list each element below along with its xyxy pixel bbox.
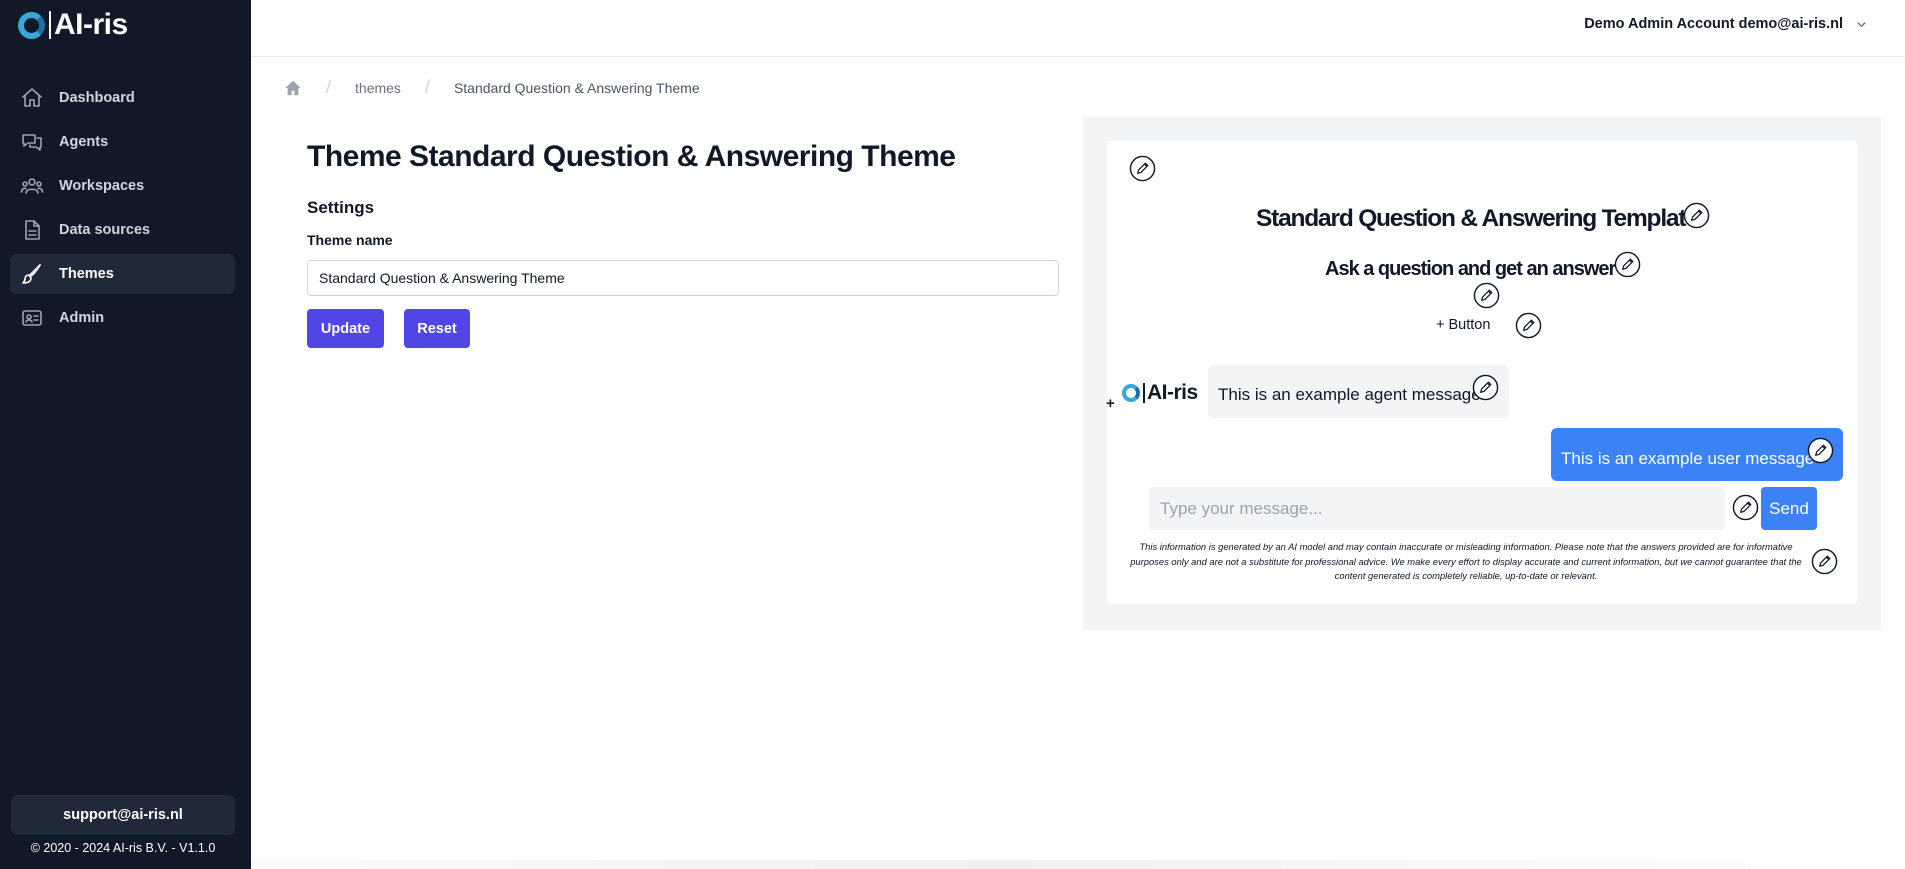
theme-name-input[interactable] [307, 260, 1059, 296]
page-title: Theme Standard Question & Answering Them… [307, 140, 956, 173]
pencil-icon [1807, 437, 1834, 464]
topbar: Demo Admin Account demo@ai-ris.nl [251, 0, 1905, 57]
pencil-icon [1473, 282, 1500, 309]
chevron-down-icon [1857, 21, 1866, 27]
reset-button[interactable]: Reset [404, 309, 470, 348]
breadcrumb: / themes / Standard Question & Answering… [284, 77, 700, 98]
edit-add-button-button[interactable] [1515, 312, 1542, 339]
sidebar-item-dashboard[interactable]: Dashboard [10, 78, 235, 118]
sidebar: AI-ris Dashboard Agents Workspaces Data … [0, 0, 251, 869]
breadcrumb-themes-link[interactable]: themes [355, 80, 401, 96]
home-icon [22, 88, 42, 107]
edit-header-button[interactable] [1129, 155, 1156, 182]
add-avatar-button[interactable]: + [1106, 395, 1115, 412]
logo-ring-icon [1122, 384, 1140, 402]
id-card-icon [22, 310, 42, 326]
agent-message-bubble: This is an example agent message [1208, 365, 1509, 418]
agent-avatar-logo: AI-ris [1122, 381, 1198, 405]
support-email-button[interactable]: support@ai-ris.nl [11, 795, 235, 835]
home-icon[interactable] [284, 79, 302, 97]
edit-disclaimer-button[interactable] [1811, 548, 1838, 575]
paintbrush-icon [22, 264, 41, 284]
disclaimer-text: This information is generated by an AI m… [1130, 541, 1802, 581]
edit-buttons-row-button[interactable] [1473, 282, 1500, 309]
edit-user-message-button[interactable] [1807, 437, 1834, 464]
sidebar-nav: Dashboard Agents Workspaces Data sources… [10, 78, 235, 342]
breadcrumb-current: Standard Question & Answering Theme [453, 79, 700, 96]
app-logo[interactable]: AI-ris [18, 8, 128, 41]
account-label: Demo Admin Account demo@ai-ris.nl [1584, 16, 1843, 32]
logo-ring-icon [18, 11, 45, 39]
breadcrumb-separator: / [326, 77, 332, 97]
pencil-icon [1811, 548, 1838, 575]
copyright-text: © 2020 - 2024 AI-ris B.V. - V1.1.0 [30, 841, 216, 855]
account-menu[interactable]: Demo Admin Account demo@ai-ris.nl [1584, 16, 1867, 32]
pencil-icon [1683, 202, 1710, 229]
preview-title: Standard Question & Answering Template [1256, 205, 1699, 232]
horizontal-scroll-shadow [251, 860, 1751, 869]
pencil-icon [1614, 251, 1641, 278]
breadcrumb-separator: / [424, 77, 430, 97]
sidebar-item-admin[interactable]: Admin [10, 298, 235, 338]
sidebar-item-themes[interactable]: Themes [10, 254, 235, 294]
chat-bubbles-icon [22, 134, 42, 151]
edit-agent-message-button[interactable] [1472, 374, 1499, 401]
users-icon [20, 178, 44, 194]
pencil-icon [1472, 374, 1499, 401]
preview-subtitle: Ask a question and get an answer [1325, 258, 1616, 280]
sidebar-item-agents[interactable]: Agents [10, 122, 235, 162]
edit-subtitle-button[interactable] [1614, 251, 1641, 278]
edit-title-button[interactable] [1683, 202, 1710, 229]
sidebar-item-workspaces[interactable]: Workspaces [10, 166, 235, 206]
document-icon [25, 220, 40, 240]
user-message-bubble: This is an example user message [1551, 428, 1843, 481]
pencil-icon [1515, 312, 1542, 339]
sidebar-item-data-sources[interactable]: Data sources [10, 210, 235, 250]
theme-name-label: Theme name [307, 232, 393, 248]
pencil-icon [1129, 155, 1156, 182]
settings-heading: Settings [307, 198, 375, 217]
message-input[interactable] [1149, 487, 1725, 530]
add-button-link[interactable]: + Button [1436, 317, 1490, 333]
update-button[interactable]: Update [307, 309, 384, 348]
edit-input-button[interactable] [1732, 494, 1759, 521]
pencil-icon [1732, 494, 1759, 521]
send-button[interactable]: Send [1761, 487, 1817, 530]
